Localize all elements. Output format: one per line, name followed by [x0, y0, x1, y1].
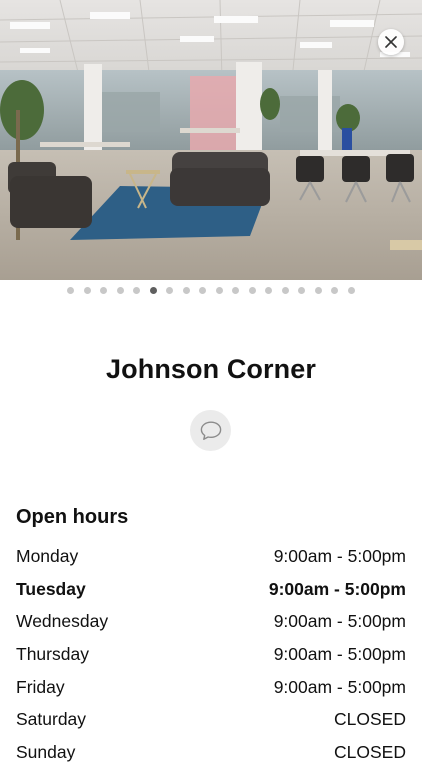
carousel-dot[interactable]: [232, 286, 240, 294]
hours-value: 9:00am - 5:00pm: [273, 676, 406, 697]
hours-value: 9:00am - 5:00pm: [273, 545, 406, 566]
hours-row-tuesday: Tuesday 9:00am - 5:00pm: [16, 573, 406, 606]
carousel-dot[interactable]: [281, 286, 289, 294]
open-hours-list: Monday 9:00am - 5:00pm Tuesday 9:00am - …: [16, 540, 406, 769]
carousel-dot[interactable]: [100, 286, 108, 294]
carousel-dot[interactable]: [248, 286, 256, 294]
day-label: Tuesday: [16, 578, 86, 599]
chat-bubble-icon: [200, 421, 221, 440]
hours-row-monday: Monday 9:00am - 5:00pm: [16, 540, 406, 573]
carousel-dot[interactable]: [83, 286, 91, 294]
day-label: Thursday: [16, 643, 89, 664]
chat-button[interactable]: [190, 410, 231, 451]
carousel-dot[interactable]: [67, 286, 75, 294]
carousel-dot[interactable]: [215, 286, 223, 294]
hours-row-wednesday: Wednesday 9:00am - 5:00pm: [16, 605, 406, 638]
hours-row-saturday: Saturday CLOSED: [16, 703, 406, 736]
close-button[interactable]: [378, 29, 404, 55]
carousel-dot[interactable]: [199, 286, 207, 294]
carousel-dot[interactable]: [116, 286, 124, 294]
day-label: Sunday: [16, 741, 76, 762]
carousel-dot[interactable]: [133, 286, 141, 294]
photo-carousel[interactable]: [0, 0, 422, 280]
hours-value: CLOSED: [334, 709, 406, 730]
close-icon: [385, 36, 397, 48]
carousel-dot[interactable]: [265, 286, 273, 294]
hours-value: CLOSED: [334, 741, 406, 762]
carousel-dot[interactable]: [347, 286, 355, 294]
carousel-page-indicator[interactable]: [0, 286, 422, 294]
hours-row-sunday: Sunday CLOSED: [16, 736, 406, 769]
hours-row-thursday: Thursday 9:00am - 5:00pm: [16, 638, 406, 671]
carousel-dot[interactable]: [182, 286, 190, 294]
hours-value: 9:00am - 5:00pm: [268, 578, 406, 599]
location-name: Johnson Corner: [106, 354, 316, 384]
carousel-dot-active[interactable]: [149, 286, 157, 294]
day-label: Monday: [16, 545, 79, 566]
open-hours-heading: Open hours: [16, 506, 129, 528]
day-label: Saturday: [16, 709, 87, 730]
carousel-dot[interactable]: [166, 286, 174, 294]
carousel-dot[interactable]: [298, 286, 306, 294]
hours-value: 9:00am - 5:00pm: [273, 643, 406, 664]
day-label: Wednesday: [16, 611, 109, 632]
carousel-dot[interactable]: [331, 286, 339, 294]
hours-value: 9:00am - 5:00pm: [273, 611, 406, 632]
office-lounge-image: [0, 0, 422, 280]
hours-row-friday: Friday 9:00am - 5:00pm: [16, 671, 406, 704]
day-label: Friday: [16, 676, 65, 697]
carousel-dot[interactable]: [314, 286, 322, 294]
